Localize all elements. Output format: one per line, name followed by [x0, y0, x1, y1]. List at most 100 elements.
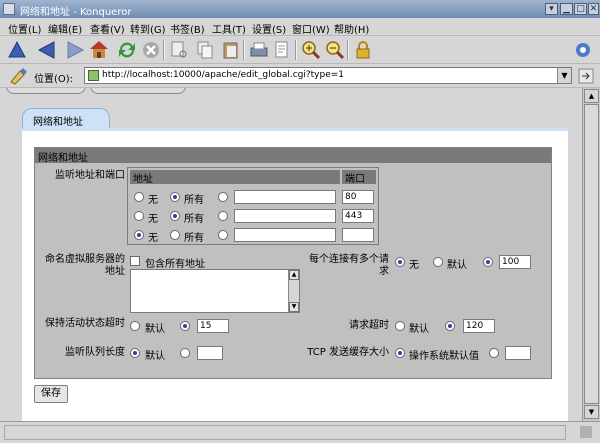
- listen-row3-address-input[interactable]: [234, 228, 336, 242]
- max-requests-input[interactable]: 100: [499, 255, 531, 269]
- module-tab[interactable]: [90, 88, 186, 94]
- listen-row1-address-input[interactable]: [234, 190, 336, 204]
- title-bar: 网络和地址 - Konqueror ▾ ▁ □ ✕: [0, 0, 600, 18]
- cut-icon[interactable]: [168, 39, 190, 61]
- menu-location[interactable]: 位置(L): [8, 21, 41, 36]
- textarea-scrollbar[interactable]: ▲ ▼: [288, 270, 299, 312]
- form-panel: 网络和地址 监听地址和端口 地址 端口 无 所有 80 无 所有 443 无 所…: [22, 128, 568, 421]
- listen-row2-all-label: 所有: [184, 214, 204, 225]
- request-timeout-input[interactable]: 120: [463, 319, 495, 333]
- scroll-down-arrow[interactable]: ▼: [584, 405, 599, 419]
- listen-row1-all-radio[interactable]: [170, 192, 180, 202]
- listen-row2-all-radio[interactable]: [170, 211, 180, 221]
- include-all-addresses-checkbox[interactable]: [130, 256, 140, 266]
- copy-icon[interactable]: [194, 39, 216, 61]
- listen-row1-all-label: 所有: [184, 195, 204, 206]
- close-button[interactable]: ✕: [588, 3, 599, 15]
- window-menu-icon[interactable]: [3, 3, 15, 15]
- vhost-addresses-textarea[interactable]: ▲ ▼: [130, 269, 300, 313]
- scroll-down-arrow[interactable]: ▼: [289, 302, 299, 312]
- scroll-up-arrow[interactable]: ▲: [584, 89, 599, 103]
- reload-icon[interactable]: [116, 39, 138, 61]
- form-header: 网络和地址: [35, 148, 551, 164]
- menu-window[interactable]: 窗口(W): [292, 21, 330, 36]
- tcp-buffer-label: TCP 发送缓存大小: [307, 347, 389, 358]
- menu-go[interactable]: 转到(G): [130, 21, 166, 36]
- keepalive-default-radio[interactable]: [130, 321, 140, 331]
- listen-row1-port-input[interactable]: 80: [342, 190, 374, 204]
- zoom-out-icon[interactable]: [324, 39, 346, 61]
- listen-queue-input[interactable]: [197, 346, 223, 360]
- print-preview-icon[interactable]: [272, 39, 294, 61]
- forward-icon[interactable]: [64, 39, 86, 61]
- max-requests-custom-radio[interactable]: [483, 257, 493, 267]
- print-icon[interactable]: [248, 39, 270, 61]
- settings-icon[interactable]: [572, 39, 594, 61]
- location-bar: 位置(O): http://localhost:10000/apache/edi…: [0, 64, 600, 88]
- toolbar-separator: [295, 40, 297, 60]
- listen-row2-none-radio[interactable]: [134, 211, 144, 221]
- max-requests-label: 每个连接有多个请求: [309, 254, 389, 277]
- resize-grip-icon[interactable]: [580, 426, 592, 438]
- tcp-buffer-custom-radio[interactable]: [489, 348, 499, 358]
- scroll-thumb[interactable]: [584, 104, 599, 404]
- max-requests-default-radio[interactable]: [433, 257, 443, 267]
- back-icon[interactable]: [36, 39, 58, 61]
- listen-row2-address-input[interactable]: [234, 209, 336, 223]
- listen-row3-none-label: 无: [148, 233, 158, 244]
- menu-settings[interactable]: 设置(S): [252, 21, 286, 36]
- menu-tools[interactable]: 工具(T): [212, 21, 246, 36]
- keepalive-default-label: 默认: [145, 324, 165, 335]
- window-shade-button[interactable]: ▾: [545, 3, 558, 15]
- main-toolbar: [0, 36, 600, 64]
- page-scrollbar[interactable]: ▲ ▼: [582, 88, 600, 421]
- request-timeout-default-radio[interactable]: [395, 321, 405, 331]
- window-title: 网络和地址 - Konqueror: [20, 7, 132, 18]
- toolbar-separator: [163, 40, 165, 60]
- request-timeout-custom-radio[interactable]: [445, 321, 455, 331]
- menu-edit[interactable]: 编辑(E): [48, 21, 82, 36]
- listen-row2-address-radio[interactable]: [218, 211, 228, 221]
- paste-icon[interactable]: [220, 39, 242, 61]
- menu-help[interactable]: 帮助(H): [334, 21, 369, 36]
- menu-bookmarks[interactable]: 书签(B): [170, 21, 205, 36]
- tcp-buffer-os-default-radio[interactable]: [395, 348, 405, 358]
- url-input[interactable]: http://localhost:10000/apache/edit_globa…: [84, 67, 572, 84]
- keepalive-input[interactable]: 15: [197, 319, 229, 333]
- lock-icon[interactable]: [352, 39, 374, 61]
- menu-view[interactable]: 查看(V): [90, 21, 125, 36]
- listen-row3-port-input[interactable]: [342, 228, 374, 242]
- listen-row1-address-radio[interactable]: [218, 192, 228, 202]
- status-text: [4, 425, 566, 440]
- location-label: 位置(O):: [34, 74, 74, 85]
- url-history-dropdown[interactable]: ▼: [557, 68, 571, 83]
- section-tab[interactable]: 网络和地址: [22, 108, 110, 128]
- up-icon[interactable]: [6, 39, 28, 61]
- maximize-button[interactable]: □: [574, 3, 587, 15]
- stop-icon[interactable]: [140, 39, 162, 61]
- listen-row3-address-radio[interactable]: [218, 230, 228, 240]
- module-tab[interactable]: [6, 88, 86, 94]
- max-requests-none-radio[interactable]: [395, 257, 405, 267]
- listen-row2-port-input[interactable]: 443: [342, 209, 374, 223]
- save-button[interactable]: 保存: [34, 385, 68, 403]
- listen-row3-none-radio[interactable]: [134, 230, 144, 240]
- tcp-buffer-os-default-label: 操作系统默认值: [409, 351, 479, 362]
- home-icon[interactable]: [88, 39, 110, 61]
- clear-location-icon[interactable]: [8, 67, 28, 85]
- listen-row1-none-radio[interactable]: [134, 192, 144, 202]
- zoom-in-icon[interactable]: [300, 39, 322, 61]
- request-timeout-label: 请求超时: [349, 320, 389, 331]
- keepalive-custom-radio[interactable]: [180, 321, 190, 331]
- listen-row3-all-radio[interactable]: [170, 230, 180, 240]
- listen-queue-custom-radio[interactable]: [180, 348, 190, 358]
- listen-queue-default-label: 默认: [145, 351, 165, 362]
- keepalive-label: 保持活动状态超时: [45, 318, 125, 329]
- include-all-addresses-label: 包含所有地址: [145, 259, 205, 270]
- scroll-up-arrow[interactable]: ▲: [289, 270, 299, 280]
- listen-queue-default-radio[interactable]: [130, 348, 140, 358]
- minimize-button[interactable]: ▁: [560, 3, 573, 15]
- go-icon[interactable]: [578, 68, 594, 84]
- tcp-buffer-input[interactable]: [505, 346, 531, 360]
- url-text: http://localhost:10000/apache/edit_globa…: [102, 70, 345, 80]
